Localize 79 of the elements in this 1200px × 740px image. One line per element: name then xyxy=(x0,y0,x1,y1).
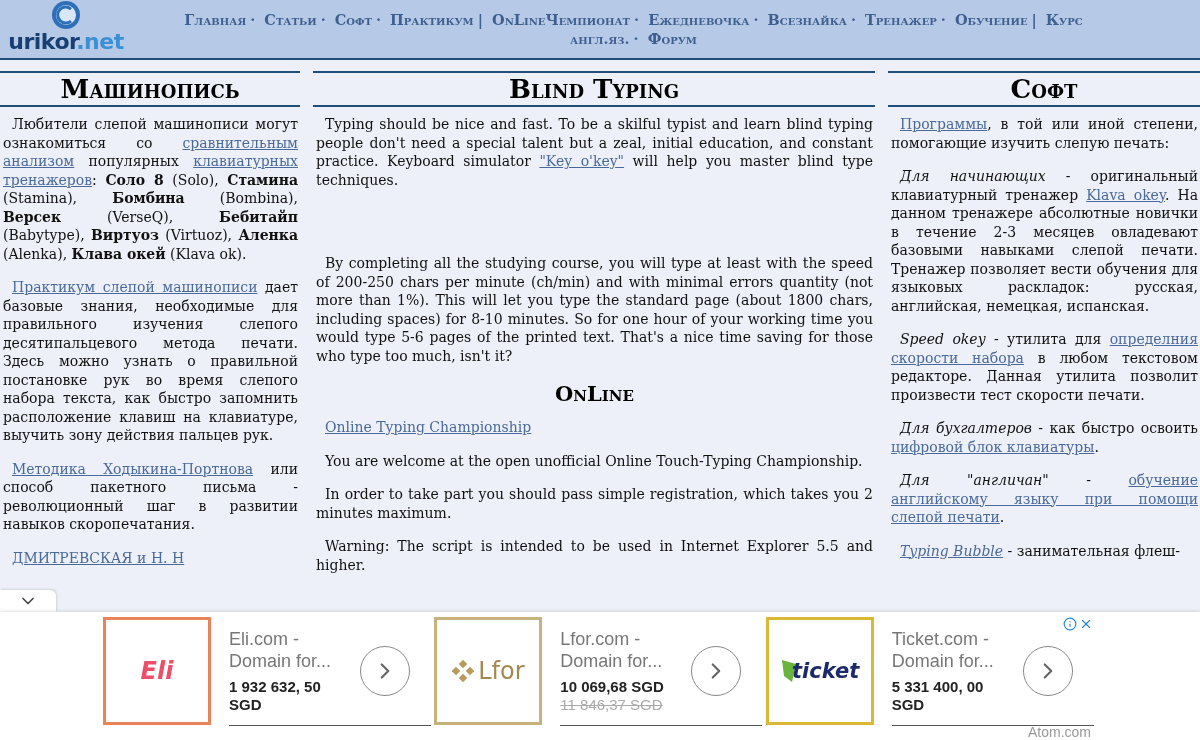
ad-title[interactable]: Eli.com - Domain for... xyxy=(229,628,354,672)
nav-link[interactable]: Практикум xyxy=(390,11,474,28)
nav-link[interactable]: Обучение xyxy=(954,11,1028,28)
text-link[interactable]: ДМИТРЕВСКАЯ и Н. Н xyxy=(12,549,185,566)
text-link[interactable]: Программы xyxy=(900,116,988,132)
text-link[interactable]: цифровой блок клавиатуры xyxy=(891,438,1095,455)
ad-price: 1 932 632, 50 SGD xyxy=(229,678,322,714)
text-link[interactable]: английскому языку при помощи xyxy=(891,490,1198,507)
nav-link[interactable]: Софт xyxy=(334,11,372,28)
brand-logo: ticket xyxy=(792,659,860,683)
nav-separator: | xyxy=(1031,11,1037,28)
nav-separator: | xyxy=(477,11,483,28)
text-link[interactable]: определния xyxy=(1109,331,1198,347)
text-link[interactable]: обучение xyxy=(1128,472,1198,488)
logo-icon xyxy=(51,0,81,30)
paragraph: Для начинающих - оригинальный клавиатурный тренажер Klava okey. На данном тренажере абсолютные новички в течение 2-3 месяцев овладевают базовыми навыками слепой печати. Тренажер позволяет вести обучения для языковых раскладок: русская, английская, немецкая, испанская. xyxy=(891,167,1198,315)
text-link[interactable]: Методика Ходыкина-Портнова xyxy=(12,460,254,477)
nav-link[interactable]: OnLineЧемпионат xyxy=(492,11,630,28)
ad-title[interactable]: Lfor.com - Domain for... xyxy=(560,628,686,672)
text-link[interactable]: "Key o'key" xyxy=(539,153,625,169)
column-heading: Машинопись xyxy=(0,71,300,107)
nav-link[interactable]: Всезнайка xyxy=(767,11,847,28)
paragraph: Программы, в той или иной степени, помогающие изучить слепую печать: xyxy=(891,115,1198,152)
nav-link[interactable]: англ.яз. xyxy=(570,30,630,47)
ad-price: 10 069,68 SGD xyxy=(560,678,665,696)
nav-separator: · xyxy=(634,11,640,28)
nav-separator: · xyxy=(633,30,639,47)
nav-link[interactable]: Главная xyxy=(184,11,247,28)
column-heading: Софт xyxy=(888,71,1200,107)
nav-separator: · xyxy=(375,11,381,28)
nav-link[interactable]: Форум xyxy=(647,30,697,47)
text-link[interactable]: Typing Bubble xyxy=(900,542,1004,559)
column-heading: Blind Typing xyxy=(313,71,875,107)
nav-separator: · xyxy=(753,11,759,28)
nav-separator: · xyxy=(320,11,326,28)
paragraph: Практикум слепой машинописи дает базовые знания, необходимые для правильного изучения слепого десятипальцевого метода печати. Здесь можно узнать о правильной постановке рук во время слепого набора текста, как быстро запомнить расположение клавиш на клавиатуре, выучить зону действия пальцев рук. xyxy=(3,278,298,445)
paragraph: In order to take part you should pass simple registration, which takes you 2 minutes maximum. xyxy=(316,485,873,522)
next-button[interactable] xyxy=(360,646,410,696)
paragraph: Для бухгалтеров - как быстро освоить цифровой блок клавиатуры. xyxy=(891,419,1198,456)
text-link[interactable]: слепой печати xyxy=(891,509,1000,525)
next-button[interactable] xyxy=(691,646,742,696)
paragraph: Speed okey - утилита для определния скорости набора в любом текстовом редакторе. Данная утилита позволит произвести тест скорости печати. xyxy=(891,330,1198,404)
nav-separator: · xyxy=(250,11,256,28)
paragraph: Warning: The script is intended to be used in Internet Explorer 5.5 and higher. xyxy=(316,537,873,574)
text-link[interactable]: клавиатурных xyxy=(193,153,298,169)
nav-link[interactable]: Курс xyxy=(1045,11,1083,28)
brand-logo: Eli xyxy=(140,657,174,685)
text-link[interactable]: Klava okey xyxy=(1086,186,1165,203)
paragraph: By completing all the studying course, you will type at least with the speed of 200-250 chars per minute (ch/min) and with minimal errors quantity (not more than 1%). This will let you type the standard page (about 1800 chars, including spaces) for 8-10 minutes. So for one hour of your working time you would type 5-6 pages of the printed text. That's a nice time saving for those who type too much, isn't it? xyxy=(316,254,873,365)
old-price: 11 846,37 SGD xyxy=(560,696,664,714)
paragraph: Typing Bubble - занимательная флеш- xyxy=(899,541,1181,560)
paragraph: Для "англичан" - обучение английскому языку при помощи слепой печати. xyxy=(891,471,1198,527)
nav-link[interactable]: Статьи xyxy=(264,11,317,28)
next-button[interactable] xyxy=(1022,646,1073,696)
paragraph: You are welcome at the open unofficial Online Touch-Typing Championship. xyxy=(324,451,864,470)
nav-separator: · xyxy=(940,11,946,28)
text-link[interactable]: Практикум слепой машинописи xyxy=(12,279,258,295)
ad-price: 5 331 400, 00 SGD xyxy=(891,678,985,714)
brand-logo: Lfor xyxy=(478,657,525,685)
paragraph: Typing should be nice and fast. To be a skilful typist and learn blind typing people don't need a special talent but a zeal, initial education, and constant practice. Keyboard simulator "Key o'key" will help you master blind type techniques. xyxy=(316,115,873,189)
ad-source: Atom.com xyxy=(1028,724,1091,740)
text-link[interactable]: скорости набора xyxy=(891,349,1024,366)
nav-link[interactable]: Ежедневочка xyxy=(648,11,750,28)
text-link[interactable]: Online Typing Championship xyxy=(325,419,532,435)
text-link[interactable]: анализом xyxy=(3,153,75,169)
section-heading: OnLine xyxy=(554,380,635,408)
paragraph: Методика Ходыкина-Портнова или способ пакетного письма - революционный шаг в развитии навыков скоропечатания. xyxy=(3,459,298,534)
diamond-icon xyxy=(452,660,475,682)
logo-frame[interactable]: ticket xyxy=(765,617,874,725)
site-logo[interactable]: urikor.net xyxy=(8,30,124,54)
nav-separator: · xyxy=(850,11,856,28)
text-link[interactable]: сравнительным xyxy=(182,134,298,151)
nav-link[interactable]: Тренажер xyxy=(865,11,937,28)
close-icon[interactable] xyxy=(1079,617,1093,631)
logo-frame[interactable]: Eli xyxy=(103,617,211,725)
paragraph: Любители слепой машинописи могут ознакомиться со сравнительным анализом популярных клавиатурных тренажеров: Соло 8 (Solo), Стамина (Stamina), Бомбина (Bombina), Версек (VerseQ), Бебитайп (Babytype), Виртуоз (Virtuoz), Аленка (Alenka), Клава окей (Klava ok). xyxy=(3,115,298,263)
info-icon[interactable] xyxy=(1063,617,1077,631)
ad-title[interactable]: Ticket.com - Domain for... xyxy=(891,628,1017,672)
logo-frame[interactable]: Lfor xyxy=(434,617,543,725)
